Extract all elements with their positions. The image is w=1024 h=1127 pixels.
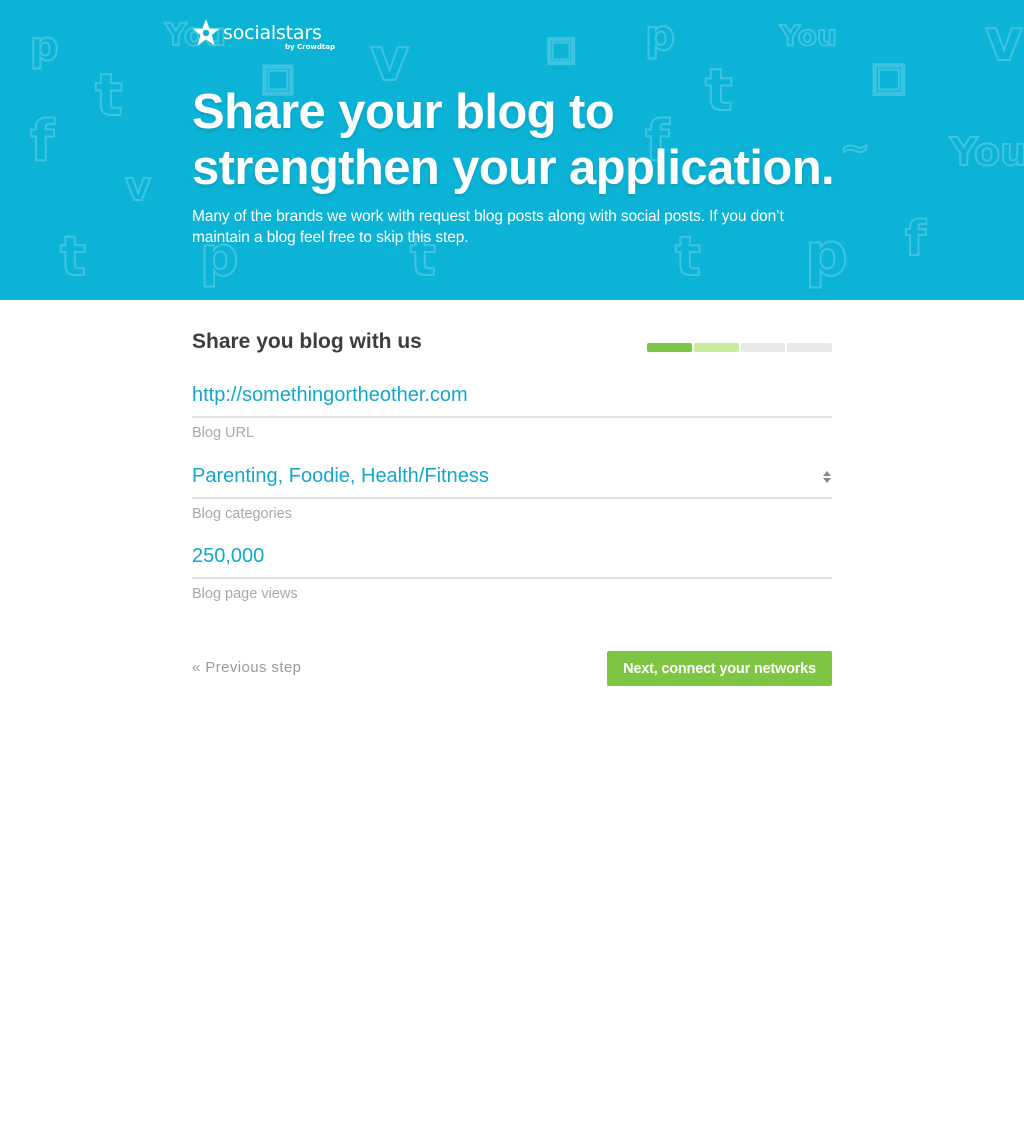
page-title-line-1: Share your blog to (192, 85, 615, 139)
blog-page-views-label: Blog page views (192, 586, 298, 602)
section-title: Share you blog with us (192, 330, 422, 353)
tumblr-icon: t (60, 225, 86, 288)
hero-banner: p t f v t You v p t f You v You p f t t … (0, 0, 1024, 300)
vine-icon: v (985, 6, 1023, 74)
page-title: Share your blog to strengthen your appli… (192, 84, 872, 196)
progress-step-1 (647, 343, 692, 352)
hero-content: socialstars by Crowdtap Share your blog … (192, 0, 835, 300)
pinterest-icon: p (30, 24, 59, 70)
facebook-icon: f (30, 109, 55, 174)
brand-name: socialstars (223, 22, 322, 44)
star-logo-icon (192, 19, 220, 46)
blog-categories-label: Blog categories (192, 506, 292, 522)
tumblr-icon: t (95, 61, 123, 129)
select-arrows-icon[interactable] (822, 470, 832, 484)
next-button[interactable]: Next, connect your networks (607, 651, 832, 686)
page-title-line-2: strengthen your application. (192, 141, 835, 195)
blog-url-input[interactable]: http://somethingortheother.com (192, 380, 832, 418)
socialstars-logo[interactable]: socialstars by Crowdtap (192, 18, 352, 52)
progress-step-4 (787, 343, 832, 352)
previous-step-link[interactable]: « Previous step (192, 659, 301, 676)
youtube-icon: You (949, 130, 1024, 174)
progress-step-2 (693, 343, 739, 352)
brand-byline: by Crowdtap (285, 43, 335, 51)
vine-icon: v (125, 164, 151, 210)
blog-url-label: Blog URL (192, 425, 255, 441)
facebook-icon: f (905, 211, 927, 267)
instagram-icon: ▣ (870, 54, 908, 100)
blog-categories-select[interactable]: Parenting, Foodie, Health/Fitness (192, 461, 832, 499)
page-description: Many of the brands we work with request … (192, 208, 784, 246)
step-progress-bar (647, 343, 832, 352)
progress-step-3 (740, 343, 786, 352)
blog-page-views-input[interactable]: 250,000 (192, 541, 832, 579)
